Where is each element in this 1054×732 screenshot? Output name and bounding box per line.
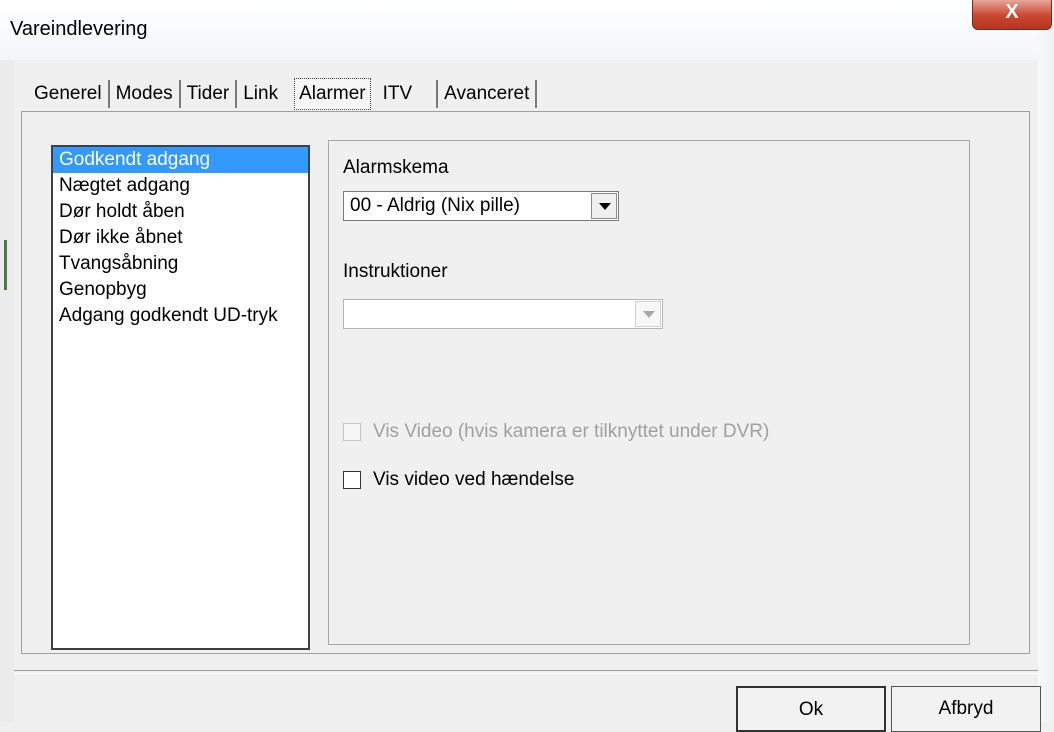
chevron-down-icon[interactable]	[591, 193, 617, 219]
window-title: Vareindlevering	[10, 18, 148, 40]
tab-modes[interactable]: Modes	[110, 80, 181, 108]
instructions-label: Instruktioner	[343, 261, 448, 282]
tab-alarmer[interactable]: Alarmer	[294, 78, 371, 110]
list-item[interactable]: Godkendt adgang	[53, 147, 308, 173]
left-window-edge	[0, 60, 14, 722]
show-video-camera-row: Vis Video (hvis kamera er tilknyttet und…	[343, 420, 769, 444]
show-video-event-checkbox[interactable]	[343, 471, 361, 489]
tab-link[interactable]: Link	[237, 80, 284, 108]
footer-divider	[14, 670, 1038, 674]
show-video-event-label[interactable]: Vis video ved hændelse	[373, 469, 574, 491]
tab-itv[interactable]: ITV	[377, 80, 419, 108]
alarm-schedule-select[interactable]: 00 - Aldrig (Nix pille)	[343, 191, 619, 221]
title-bar: Vareindlevering X	[0, 0, 1054, 60]
tab-tider[interactable]: Tider	[181, 80, 238, 108]
alarm-event-list[interactable]: Godkendt adgang Nægtet adgang Dør holdt …	[51, 145, 310, 650]
dialog-body: Generel Modes Tider Link Alarmer ITV Ava…	[14, 60, 1041, 732]
alarm-settings-group: Alarmskema 00 - Aldrig (Nix pille) Instr…	[328, 140, 970, 645]
alarm-schedule-value: 00 - Aldrig (Nix pille)	[350, 195, 520, 216]
tab-generel[interactable]: Generel	[28, 80, 110, 108]
list-item[interactable]: Tvangsåbning	[53, 251, 308, 277]
chevron-down-icon	[635, 301, 661, 327]
list-item[interactable]: Genopbyg	[53, 277, 308, 303]
list-item[interactable]: Nægtet adgang	[53, 173, 308, 199]
close-button[interactable]: X	[972, 0, 1052, 30]
instructions-select	[343, 299, 663, 329]
show-video-camera-checkbox	[343, 423, 361, 441]
instructions-value	[344, 303, 350, 324]
list-item[interactable]: Dør holdt åben	[53, 199, 308, 225]
show-video-event-row[interactable]: Vis video ved hændelse	[343, 468, 574, 492]
tab-strip: Generel Modes Tider Link Alarmer ITV Ava…	[28, 74, 538, 114]
cancel-button[interactable]: Afbryd	[891, 686, 1041, 732]
list-item[interactable]: Dør ikke åbnet	[53, 225, 308, 251]
show-video-camera-label: Vis Video (hvis kamera er tilknyttet und…	[373, 421, 770, 442]
ok-button[interactable]: Ok	[736, 686, 886, 732]
list-item[interactable]: Adgang godkendt UD-tryk	[53, 303, 308, 329]
tab-avanceret[interactable]: Avanceret	[436, 80, 538, 108]
right-window-edge	[1038, 30, 1054, 722]
alarm-schedule-label: Alarmskema	[343, 157, 449, 178]
